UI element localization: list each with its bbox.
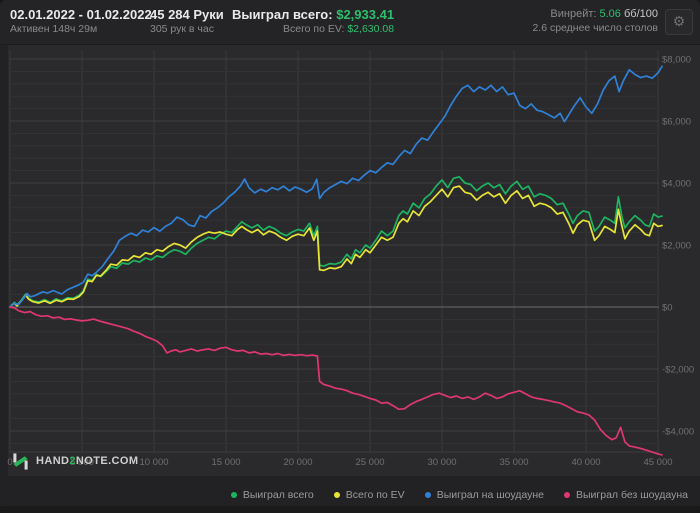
hands-total: 45 284 Руки [150, 7, 224, 22]
y-tick-label: -$4,000 [662, 427, 694, 438]
legend-dot-icon [424, 492, 431, 498]
won-total: Выиграл всего: $2,933.41 [232, 7, 394, 22]
legend-label: Выиграл на шоудауне [436, 489, 544, 501]
active-time: Активен 148ч 29м [10, 23, 98, 35]
legend-label: Выиграл без шоудауна [576, 489, 688, 501]
date-range-block: 02.01.2022 - 01.02.2022 Активен 148ч 29м [10, 7, 152, 36]
y-tick-label: -$2,000 [662, 365, 694, 376]
legend-item[interactable]: Всего по EV [333, 489, 405, 501]
legend-label: Выиграл всего [242, 489, 314, 501]
legend-item[interactable]: Выиграл всего [230, 489, 314, 501]
y-tick-label: $4,000 [662, 179, 691, 190]
legend-item[interactable]: Выиграл без шоудауна [564, 489, 688, 501]
legend-dot-icon [333, 492, 340, 498]
x-tick-label: 35 000 [499, 457, 528, 468]
hand2note-logo[interactable]: HAND2NOTE.COM [11, 451, 138, 471]
x-tick-label: 30 000 [427, 457, 456, 468]
winrate-label: Винрейт: [550, 8, 597, 20]
ev-total-label: Всего по EV: [282, 23, 345, 35]
hand2note-logo-icon [13, 452, 28, 470]
date-range: 02.01.2022 - 01.02.2022 [10, 7, 152, 22]
winrate-value: 5.06 [599, 8, 621, 20]
winnings-block: Выиграл всего: $2,933.41 Всего по EV: $2… [232, 7, 394, 36]
winrate-block: Винрейт: 5.06 бб/100 2.6 среднее число с… [532, 7, 658, 35]
hands-per-hour: 305 рук в час [150, 23, 214, 35]
y-tick-label: $6,000 [662, 117, 691, 128]
stats-header: 02.01.2022 - 01.02.2022 Активен 148ч 29м… [0, 0, 700, 45]
x-tick-label: 25 000 [355, 457, 384, 468]
x-tick-label: 15 000 [211, 457, 240, 468]
y-tick-label: $8,000 [662, 55, 691, 66]
ev-total: Всего по EV: $2,630.08 [232, 22, 394, 36]
legend-dot-icon [230, 492, 237, 498]
avg-tables: 2.6 среднее число столов [532, 22, 658, 34]
won-total-value: $2,933.41 [336, 7, 395, 22]
hand2note-logo-text: HAND2NOTE.COM [36, 455, 139, 467]
winnings-graph[interactable]: 05 000 10 000 15 000 20 000 25 000 30 000 35 0… [0, 44, 700, 479]
hands-block: 45 284 Руки 305 рук в час [150, 7, 224, 36]
won-total-label: Выиграл всего: [232, 7, 333, 22]
hand2note-graph-window: 02.01.2022 - 01.02.2022 Активен 148ч 29м… [0, 0, 700, 513]
y-tick-label: $2,000 [662, 241, 691, 252]
legend-item[interactable]: Выиграл на шоудауне [424, 489, 544, 501]
x-tick-label: 40 000 [571, 457, 600, 468]
winnings-graph-canvas: 05 000 10 000 15 000 20 000 25 000 30 000 35 0… [7, 44, 700, 476]
winrate-unit: бб/100 [623, 8, 658, 20]
bottom-divider [0, 506, 700, 513]
gear-icon[interactable]: ⚙ [665, 9, 693, 35]
ev-total-value: $2,630.08 [347, 23, 395, 35]
winrate-line: Винрейт: 5.06 бб/100 [532, 7, 658, 21]
x-tick-label: 45 000 [643, 457, 672, 468]
y-tick-label: $0 [662, 303, 673, 314]
legend-label: Всего по EV [345, 489, 405, 501]
x-tick-label: 10 000 [139, 457, 168, 468]
x-tick-label: 20 000 [283, 457, 312, 468]
legend-dot-icon [564, 492, 570, 498]
chart-legend: Выиграл всего Всего по EV Выиграл на шоуда… [230, 489, 688, 501]
